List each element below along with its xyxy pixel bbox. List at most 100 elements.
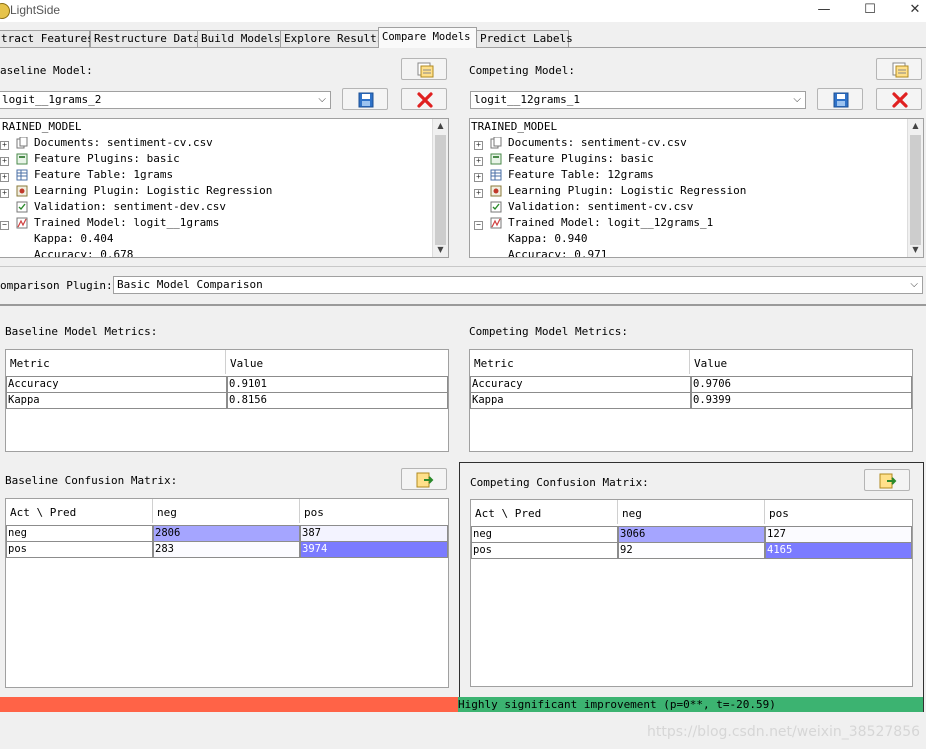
delete-icon bbox=[417, 92, 433, 108]
competing-delete-button[interactable] bbox=[876, 88, 922, 110]
confusion-cell[interactable]: 283 bbox=[153, 542, 300, 558]
competing-export-button[interactable] bbox=[864, 469, 910, 491]
save-icon bbox=[833, 92, 849, 108]
expand-icon[interactable]: + bbox=[0, 157, 9, 166]
tree-item[interactable]: Feature Plugins: basic bbox=[34, 151, 180, 167]
metric-value-cell[interactable]: 0.8156 bbox=[227, 393, 448, 409]
tab-explore-results[interactable]: Explore Results bbox=[280, 30, 383, 47]
metric-name-cell[interactable]: Accuracy bbox=[470, 377, 691, 393]
expand-icon[interactable]: + bbox=[0, 189, 9, 198]
baseline-model-tree[interactable]: RAINED_MODEL + Documents: sentiment-cv.c… bbox=[0, 118, 449, 258]
tree-item[interactable]: Documents: sentiment-cv.csv bbox=[508, 135, 687, 151]
tab-extract-features[interactable]: tract Features bbox=[0, 30, 94, 47]
comparison-plugin-value: Basic Model Comparison bbox=[117, 278, 263, 291]
tab-restructure-data[interactable]: Restructure Data bbox=[90, 30, 200, 47]
comparison-plugin-select[interactable]: Basic Model Comparison ⌵ bbox=[113, 276, 923, 294]
tree-child[interactable]: Accuracy: 0.971 bbox=[508, 247, 607, 257]
competing-model-select[interactable]: logit__12grams_1 ⌵ bbox=[470, 91, 806, 109]
column-header-pos[interactable]: pos bbox=[300, 499, 448, 523]
tab-predict-labels[interactable]: Predict Labels bbox=[476, 30, 573, 47]
metric-value-cell[interactable]: 0.9101 bbox=[227, 377, 448, 393]
expand-icon[interactable]: + bbox=[0, 141, 9, 150]
scroll-up-icon[interactable]: ▲ bbox=[433, 119, 448, 133]
tree-item[interactable]: Learning Plugin: Logistic Regression bbox=[34, 183, 272, 199]
tree-child[interactable]: Kappa: 0.404 bbox=[34, 231, 113, 247]
tree-child[interactable]: Kappa: 0.940 bbox=[508, 231, 587, 247]
chevron-down-icon: ⌵ bbox=[910, 279, 918, 290]
confusion-cell[interactable]: 92 bbox=[618, 543, 765, 559]
column-header-pos[interactable]: pos bbox=[765, 500, 912, 524]
scroll-thumb[interactable] bbox=[910, 135, 921, 245]
expand-icon[interactable]: + bbox=[474, 141, 483, 150]
confusion-row-label[interactable]: neg bbox=[471, 527, 618, 543]
competing-model-tree[interactable]: TRAINED_MODEL + Documents: sentiment-cv.… bbox=[469, 118, 924, 258]
tree-item[interactable]: Trained Model: logit__12grams_1 bbox=[508, 215, 713, 231]
expand-icon[interactable]: + bbox=[0, 173, 9, 182]
tab-compare-models[interactable]: Compare Models bbox=[378, 27, 477, 48]
delete-icon bbox=[892, 92, 908, 108]
confusion-row-label[interactable]: neg bbox=[6, 526, 153, 542]
minimize-icon[interactable]: — bbox=[804, 0, 844, 22]
close-icon[interactable]: ✕ bbox=[895, 0, 926, 22]
tree-item[interactable]: Trained Model: logit__1grams bbox=[34, 215, 219, 231]
competing-model-label: Competing Model: bbox=[469, 64, 575, 77]
column-header-metric[interactable]: Metric bbox=[6, 350, 226, 374]
baseline-export-button[interactable] bbox=[401, 468, 447, 490]
baseline-model-select[interactable]: logit__1grams_2 ⌵ bbox=[0, 91, 331, 109]
confusion-cell[interactable]: 387 bbox=[300, 526, 448, 542]
column-header-neg[interactable]: neg bbox=[618, 500, 765, 524]
baseline-delete-button[interactable] bbox=[401, 88, 447, 110]
maximize-icon[interactable]: ☐ bbox=[850, 0, 890, 22]
competing-save-button[interactable] bbox=[817, 88, 863, 110]
tree-item[interactable]: Documents: sentiment-cv.csv bbox=[34, 135, 213, 151]
expand-icon[interactable]: + bbox=[474, 173, 483, 182]
baseline-confusion-table: Act \ Pred neg pos neg 2806 387 pos 283 … bbox=[5, 498, 449, 688]
confusion-cell[interactable]: 3974 bbox=[300, 542, 448, 558]
column-header-metric[interactable]: Metric bbox=[470, 350, 690, 374]
app-title: LightSide bbox=[10, 3, 61, 17]
tab-build-models[interactable]: Build Models bbox=[197, 30, 281, 47]
tree-scrollbar[interactable]: ▲ ▼ bbox=[432, 119, 448, 257]
metric-name-cell[interactable]: Accuracy bbox=[6, 377, 227, 393]
metric-value-cell[interactable]: 0.9399 bbox=[691, 393, 912, 409]
collapse-icon[interactable]: − bbox=[474, 221, 483, 230]
expand-icon[interactable]: + bbox=[474, 157, 483, 166]
tree-item[interactable]: Learning Plugin: Logistic Regression bbox=[508, 183, 746, 199]
scroll-thumb[interactable] bbox=[435, 135, 446, 245]
tree-item[interactable]: Feature Plugins: basic bbox=[508, 151, 654, 167]
confusion-cell[interactable]: 4165 bbox=[765, 543, 912, 559]
column-header-act-pred[interactable]: Act \ Pred bbox=[471, 500, 618, 524]
tree-item[interactable]: Feature Table: 1grams bbox=[34, 167, 173, 183]
baseline-save-button[interactable] bbox=[342, 88, 388, 110]
metric-name-cell[interactable]: Kappa bbox=[470, 393, 691, 409]
collapse-icon[interactable]: − bbox=[0, 221, 9, 230]
metric-name-cell[interactable]: Kappa bbox=[6, 393, 227, 409]
column-header-neg[interactable]: neg bbox=[153, 499, 300, 523]
confusion-cell[interactable]: 3066 bbox=[618, 527, 765, 543]
expand-icon[interactable]: + bbox=[474, 189, 483, 198]
baseline-confusion-panel: Baseline Confusion Matrix: Act \ Pred ne… bbox=[0, 462, 451, 688]
scroll-down-icon[interactable]: ▼ bbox=[908, 243, 923, 257]
load-file-icon bbox=[417, 62, 434, 78]
documents-icon bbox=[16, 137, 28, 149]
column-header-value[interactable]: Value bbox=[690, 350, 912, 374]
baseline-load-button[interactable] bbox=[401, 58, 447, 80]
competing-load-button[interactable] bbox=[876, 58, 922, 80]
confusion-row-label[interactable]: pos bbox=[6, 542, 153, 558]
section-divider bbox=[0, 304, 926, 306]
confusion-cell[interactable]: 2806 bbox=[153, 526, 300, 542]
column-header-value[interactable]: Value bbox=[226, 350, 448, 374]
confusion-row-label[interactable]: pos bbox=[471, 543, 618, 559]
tree-child[interactable]: Accuracy: 0.678 bbox=[34, 247, 133, 257]
column-header-act-pred[interactable]: Act \ Pred bbox=[6, 499, 153, 523]
tree-item[interactable]: Feature Table: 12grams bbox=[508, 167, 654, 183]
metric-value-cell[interactable]: 0.9706 bbox=[691, 377, 912, 393]
tree-item[interactable]: Validation: sentiment-dev.csv bbox=[34, 199, 226, 215]
tree-scrollbar[interactable]: ▲ ▼ bbox=[907, 119, 923, 257]
scroll-up-icon[interactable]: ▲ bbox=[908, 119, 923, 133]
scroll-down-icon[interactable]: ▼ bbox=[433, 243, 448, 257]
tree-item[interactable]: Validation: sentiment-cv.csv bbox=[508, 199, 693, 215]
export-icon bbox=[879, 473, 897, 489]
confusion-cell[interactable]: 127 bbox=[765, 527, 912, 543]
baseline-model-value: logit__1grams_2 bbox=[2, 93, 102, 106]
